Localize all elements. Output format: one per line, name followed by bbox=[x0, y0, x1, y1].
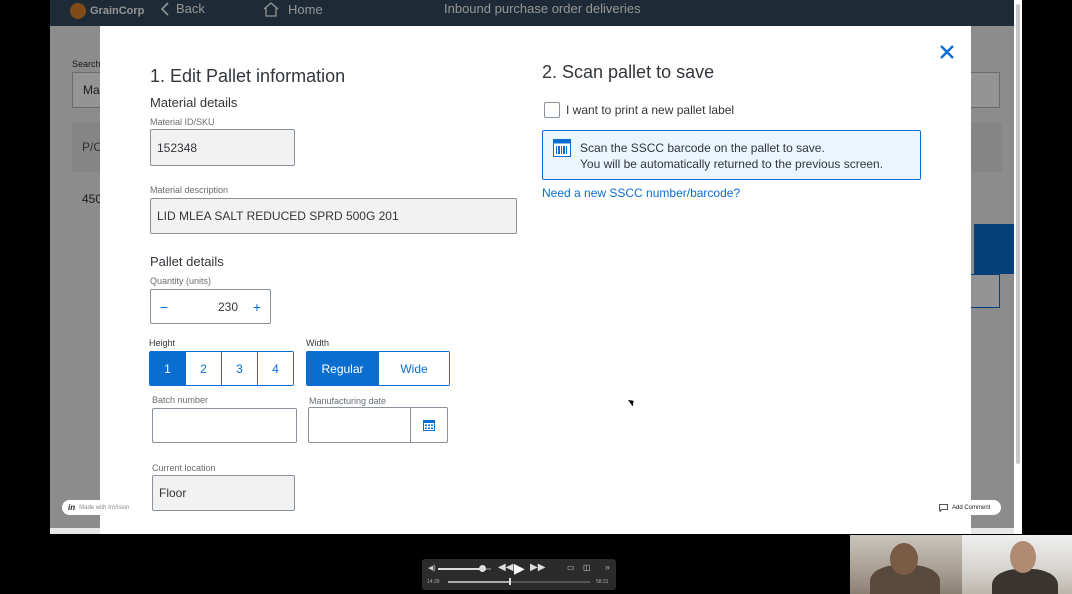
made-with-invision-badge[interactable]: in Made with InVision bbox=[62, 500, 144, 515]
print-label-checkbox[interactable] bbox=[544, 102, 560, 118]
width-option-regular[interactable]: Regular bbox=[307, 352, 379, 385]
add-comment-button[interactable]: Add Comment bbox=[933, 500, 1001, 515]
print-label-text[interactable]: I want to print a new pallet label bbox=[566, 103, 734, 117]
quantity-value[interactable]: 230 bbox=[177, 300, 244, 314]
width-segmented-control[interactable]: Regular Wide bbox=[306, 351, 450, 386]
close-button[interactable] bbox=[937, 42, 957, 62]
print-label-option[interactable]: I want to print a new pallet label bbox=[544, 102, 734, 118]
quantity-stepper[interactable]: − 230 + bbox=[150, 289, 271, 324]
volume-knob[interactable] bbox=[479, 565, 487, 572]
screen: GrainCorp Back Home Inbound purchase ord… bbox=[0, 0, 1072, 594]
volume-fill bbox=[438, 568, 484, 570]
height-option-1[interactable]: 1 bbox=[150, 352, 186, 385]
video-player-controls: ◀) ◀◀ ▶ ▶▶ ▭ ◫ » 14:39 58:31 bbox=[422, 559, 616, 590]
edit-pallet-dialog: 1. Edit Pallet information Material deta… bbox=[100, 26, 971, 534]
batch-number-label: Batch number bbox=[152, 395, 209, 405]
height-label: Height bbox=[149, 338, 176, 348]
play-icon[interactable]: ▶ bbox=[514, 560, 525, 577]
info-line-2: You will be automatically returned to th… bbox=[580, 157, 884, 171]
rewind-icon[interactable]: ◀◀ bbox=[498, 562, 513, 573]
material-id-label: Material ID/SKU bbox=[150, 117, 215, 127]
decrement-button[interactable]: − bbox=[151, 299, 177, 315]
screen-icon[interactable]: ▭ bbox=[567, 563, 575, 572]
material-description-field[interactable]: LID MLEA SALT REDUCED SPRD 500G 201 bbox=[150, 198, 517, 234]
info-line-1: Scan the SSCC barcode on the pallet to s… bbox=[580, 141, 825, 155]
scan-info-message: Scan the SSCC barcode on the pallet to s… bbox=[542, 130, 921, 180]
webcam-feed-2 bbox=[962, 535, 1072, 594]
made-with-text: Made with InVision bbox=[79, 504, 130, 511]
progress-fill bbox=[448, 581, 510, 583]
new-sscc-link[interactable]: Need a new SSCC number/barcode? bbox=[542, 186, 740, 200]
participant-head bbox=[890, 543, 918, 575]
chevron-right-double-icon[interactable]: » bbox=[605, 562, 610, 572]
height-option-3[interactable]: 3 bbox=[222, 352, 258, 385]
current-location-field[interactable]: Floor bbox=[152, 475, 295, 511]
scan-pallet-title: 2. Scan pallet to save bbox=[542, 62, 715, 82]
comment-icon bbox=[939, 503, 948, 512]
webcam-feed-1 bbox=[850, 535, 962, 594]
calendar-icon bbox=[423, 420, 435, 431]
progress-knob[interactable] bbox=[509, 578, 512, 585]
vertical-scrollbar[interactable] bbox=[1014, 0, 1022, 534]
invision-logo-icon: in bbox=[68, 503, 76, 512]
batch-number-input[interactable] bbox=[152, 408, 297, 443]
height-segmented-control[interactable]: 1 2 3 4 bbox=[149, 351, 294, 386]
volume-icon[interactable]: ◀) bbox=[428, 564, 436, 572]
close-icon bbox=[940, 45, 954, 59]
manufacturing-date-picker[interactable] bbox=[308, 407, 448, 443]
pallet-details-heading: Pallet details bbox=[150, 254, 224, 269]
width-option-wide[interactable]: Wide bbox=[379, 352, 449, 385]
edit-pallet-title: 1. Edit Pallet information bbox=[150, 66, 346, 86]
height-option-4[interactable]: 4 bbox=[258, 352, 293, 385]
add-comment-label: Add Comment bbox=[952, 504, 991, 511]
current-time: 14:39 bbox=[427, 579, 440, 585]
height-option-2[interactable]: 2 bbox=[186, 352, 222, 385]
participant-head bbox=[1010, 541, 1036, 573]
increment-button[interactable]: + bbox=[244, 299, 270, 315]
calendar-button[interactable] bbox=[410, 408, 447, 442]
material-description-label: Material description bbox=[150, 185, 229, 195]
scrollbar-thumb[interactable] bbox=[1016, 4, 1020, 464]
progress-bar[interactable] bbox=[448, 581, 590, 583]
total-time: 58:31 bbox=[596, 579, 609, 585]
picture-in-picture-icon[interactable]: ◫ bbox=[583, 563, 591, 572]
material-id-field[interactable]: 152348 bbox=[150, 129, 295, 166]
barcode-icon bbox=[553, 139, 571, 157]
quantity-label: Quantity (units) bbox=[150, 276, 212, 286]
manufacturing-date-input[interactable] bbox=[309, 408, 410, 442]
width-label: Width bbox=[306, 338, 330, 348]
material-details-heading: Material details bbox=[150, 95, 238, 110]
current-location-label: Current location bbox=[152, 463, 216, 473]
manufacturing-date-label: Manufacturing date bbox=[309, 396, 387, 406]
fast-forward-icon[interactable]: ▶▶ bbox=[530, 562, 545, 573]
